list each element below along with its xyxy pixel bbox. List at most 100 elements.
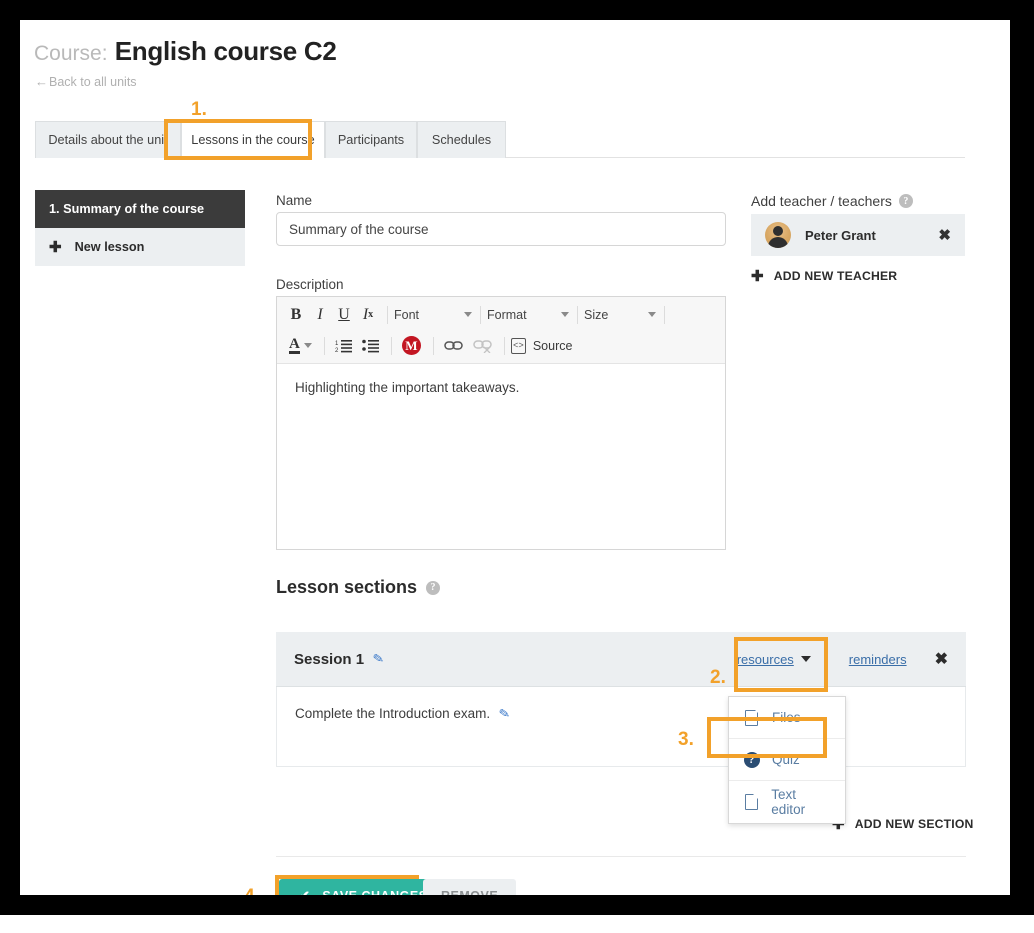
svg-text:1: 1 xyxy=(335,341,339,347)
footer-divider xyxy=(276,856,966,857)
lesson-sections-heading: Lesson sections ? xyxy=(276,577,441,598)
paragraph-format-dropdown[interactable]: Format xyxy=(487,303,569,327)
resources-dropdown-menu: Files ? Quiz Text editor xyxy=(728,696,846,824)
size-dropdown-label: Size xyxy=(584,307,609,322)
lesson-item-summary-of-the-course[interactable]: 1. Summary of the course xyxy=(35,190,245,228)
lesson-item-new-lesson[interactable]: ✚ New lesson xyxy=(35,228,245,266)
bulleted-list-icon[interactable] xyxy=(358,334,383,358)
description-rich-text-editor: B I U Ix Font Format Size A 1 2 M <> Sou… xyxy=(276,296,726,550)
avatar xyxy=(765,222,791,248)
remove-button[interactable]: REMOVE xyxy=(423,879,517,895)
chevron-down-icon xyxy=(464,312,472,317)
italic-button[interactable]: I xyxy=(309,303,331,327)
dropdown-item-files[interactable]: Files xyxy=(729,697,845,739)
frame-border-top xyxy=(0,0,1010,20)
unlink-icon xyxy=(469,334,496,358)
check-icon: ✔ xyxy=(299,888,310,895)
session-card: Session 1 ✎ resources reminders ✖ Comple… xyxy=(276,632,966,767)
back-to-all-units-link[interactable]: ← Back to all units xyxy=(35,74,137,89)
back-link-label: Back to all units xyxy=(49,75,137,89)
add-new-section-button[interactable]: ✚ ADD NEW SECTION xyxy=(832,815,974,833)
tab-label: Schedules xyxy=(431,133,492,147)
dropdown-item-label: Text editor xyxy=(771,787,806,817)
toolbar-divider xyxy=(323,336,325,355)
link-glyph xyxy=(444,341,463,350)
help-icon[interactable]: ? xyxy=(426,580,441,595)
dropdown-item-label: Quiz xyxy=(772,752,800,767)
teacher-name: Peter Grant xyxy=(805,227,876,243)
chevron-down-icon xyxy=(561,312,569,317)
source-icon: <> xyxy=(510,337,526,354)
dropdown-item-text-editor[interactable]: Text editor xyxy=(729,781,845,823)
bulleted-list-glyph xyxy=(362,339,379,353)
edit-pencil-icon[interactable]: ✎ xyxy=(498,705,512,723)
annotation-step-1-number: 1. xyxy=(191,99,207,120)
editor-toolbar-row-1: B I U Ix Font Format Size xyxy=(277,299,725,330)
bold-button[interactable]: B xyxy=(285,303,307,327)
numbered-list-glyph: 1 2 xyxy=(335,340,352,353)
toolbar-divider xyxy=(387,305,388,324)
tab-label: Participants xyxy=(337,133,405,147)
help-icon[interactable]: ? xyxy=(898,194,913,208)
plus-icon: ✚ xyxy=(49,239,62,256)
lesson-item-label: New lesson xyxy=(74,240,145,254)
course-label: Course: xyxy=(34,42,108,65)
frame-border-bottom xyxy=(0,895,1010,915)
file-icon xyxy=(743,709,760,726)
reminders-link[interactable]: reminders xyxy=(849,652,907,667)
link-icon[interactable] xyxy=(440,334,467,358)
frame-corner-bottom-left xyxy=(0,915,1010,933)
frame-border-left xyxy=(0,0,20,915)
name-input[interactable] xyxy=(276,212,726,246)
tab-label: Details about the unit xyxy=(48,133,168,147)
tab-participants[interactable]: Participants xyxy=(325,121,417,158)
font-family-dropdown[interactable]: Font xyxy=(394,303,472,327)
resources-dropdown-toggle[interactable]: resources xyxy=(737,652,811,667)
chevron-down-icon xyxy=(800,656,811,662)
annotation-step-4-number: 4. xyxy=(244,887,260,895)
course-name: English course C2 xyxy=(114,36,337,66)
teacher-list-item: Peter Grant ✖ xyxy=(751,214,965,256)
tab-details-about-the-unit[interactable]: Details about the unit xyxy=(35,121,181,158)
numbered-list-icon[interactable]: 1 2 xyxy=(331,334,356,358)
remove-label: REMOVE xyxy=(441,889,498,895)
remove-teacher-button[interactable]: ✖ xyxy=(938,226,951,244)
format-dropdown-label: Format xyxy=(487,307,527,322)
text-color-button[interactable]: A xyxy=(285,334,316,358)
toolbar-divider xyxy=(577,305,578,324)
annotation-step-3-number: 3. xyxy=(678,729,694,750)
tab-lessons-in-the-course[interactable]: Lessons in the course xyxy=(181,121,325,158)
annotation-step-2-number: 2. xyxy=(710,667,726,688)
session-header: Session 1 ✎ resources reminders ✖ xyxy=(276,632,966,687)
source-button[interactable]: <> Source xyxy=(510,337,572,354)
reminders-label: reminders xyxy=(848,651,907,667)
editor-toolbar-row-2: A 1 2 M <> Source xyxy=(277,330,725,361)
dropdown-item-label: Files xyxy=(772,710,801,725)
add-new-section-label: ADD NEW SECTION xyxy=(854,817,974,831)
app-page: Course: English course C2 ← Back to all u… xyxy=(20,20,1010,895)
remove-format-icon[interactable]: Ix xyxy=(357,303,379,327)
resources-label: resources xyxy=(736,651,794,667)
remove-session-button[interactable]: ✖ xyxy=(935,649,948,669)
quiz-icon: ? xyxy=(743,751,760,768)
mathtype-icon[interactable]: M xyxy=(398,334,425,358)
tab-schedules[interactable]: Schedules xyxy=(417,121,506,158)
edit-pencil-icon[interactable]: ✎ xyxy=(372,650,386,668)
quiz-question-glyph: ? xyxy=(743,751,760,768)
underline-button[interactable]: U xyxy=(333,303,355,327)
back-arrow-icon: ← xyxy=(35,74,48,89)
description-editor-body[interactable]: Highlighting the important takeaways. xyxy=(277,364,725,411)
tab-label: Lessons in the course xyxy=(191,133,315,147)
add-new-teacher-button[interactable]: ✚ ADD NEW TEACHER xyxy=(751,267,897,285)
chevron-down-icon xyxy=(303,343,312,348)
file-icon xyxy=(743,793,759,810)
page-title: Course: English course C2 xyxy=(34,34,337,71)
toolbar-divider xyxy=(480,305,481,324)
font-size-dropdown[interactable]: Size xyxy=(584,303,656,327)
tab-bar: Details about the unit Lessons in the co… xyxy=(35,121,965,158)
dropdown-item-quiz[interactable]: ? Quiz xyxy=(729,739,845,781)
session-name: Session 1 xyxy=(294,650,365,668)
lesson-item-label: 1. Summary of the course xyxy=(49,202,205,216)
name-field-label: Name xyxy=(276,193,313,208)
save-changes-label: SAVE CHANGES xyxy=(322,889,427,895)
